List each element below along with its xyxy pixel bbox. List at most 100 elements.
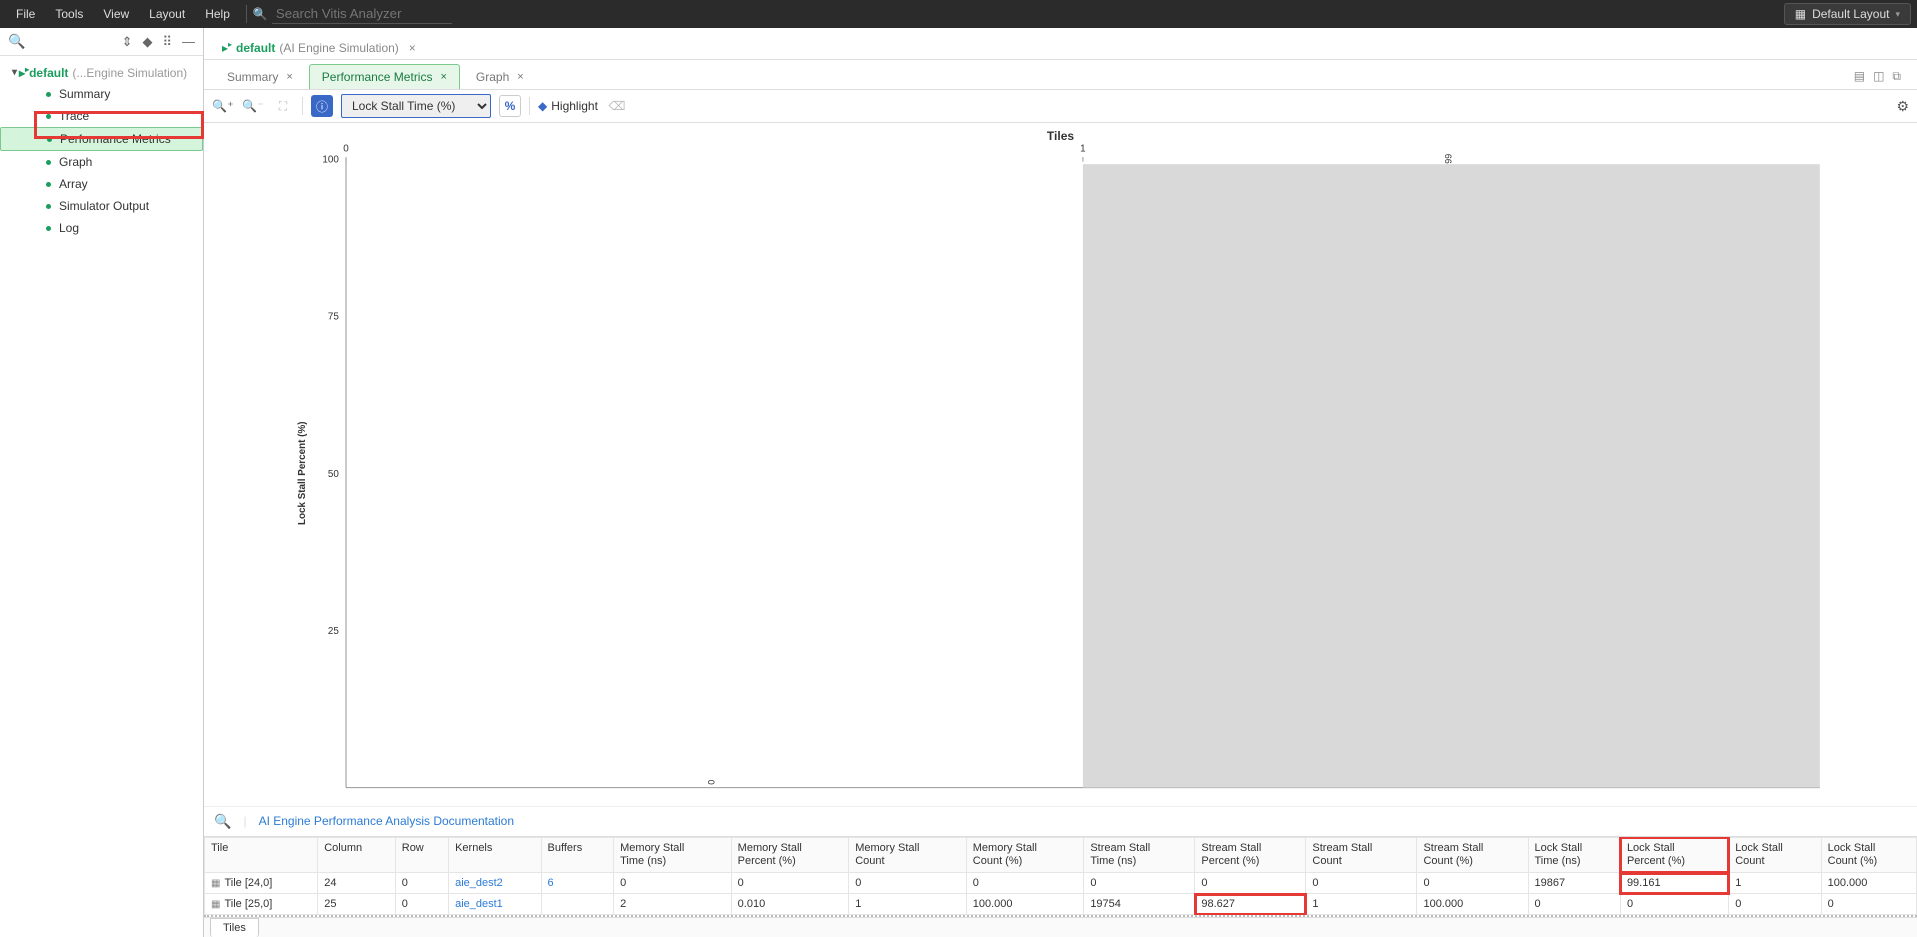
grid-icon: ▦ bbox=[211, 878, 220, 889]
th-memory-stall-time-ns-[interactable]: Memory StallTime (ns) bbox=[614, 837, 732, 872]
cell-msc: 1 bbox=[849, 894, 967, 915]
close-icon[interactable]: × bbox=[440, 71, 446, 83]
sidebar-item-label: Summary bbox=[59, 87, 110, 101]
th-stream-stall-percent-[interactable]: Stream StallPercent (%) bbox=[1195, 837, 1306, 872]
cell-ssp: 98.627 bbox=[1195, 894, 1306, 915]
menu-layout[interactable]: Layout bbox=[139, 3, 195, 25]
sidebar-item-log[interactable]: Log bbox=[0, 217, 203, 239]
global-search[interactable]: 🔍 bbox=[253, 4, 452, 24]
close-icon[interactable]: × bbox=[286, 71, 292, 83]
sidebar-item-summary[interactable]: Summary bbox=[0, 83, 203, 105]
cell-mscp: 0 bbox=[966, 873, 1084, 894]
status-dot bbox=[46, 226, 51, 231]
zoom-in-icon[interactable]: 🔍⁺ bbox=[212, 95, 234, 117]
settings-icon[interactable]: ⚙ bbox=[1896, 98, 1909, 115]
split-icon[interactable]: ◫ bbox=[1873, 69, 1884, 84]
menu-tools[interactable]: Tools bbox=[45, 3, 93, 25]
svg-text:75: 75 bbox=[328, 312, 339, 323]
bottom-tab-tiles[interactable]: Tiles bbox=[210, 918, 259, 937]
view-tabs: Summary× Performance Metrics× Graph× ▤ ◫… bbox=[204, 60, 1917, 90]
cell-kernels[interactable]: aie_dest2 bbox=[449, 873, 541, 894]
table-row[interactable]: ▦Tile [24,0]240aie_dest26000000001986799… bbox=[205, 873, 1917, 894]
cell-mst: 0 bbox=[614, 873, 732, 894]
th-stream-stall-time-ns-[interactable]: Stream StallTime (ns) bbox=[1084, 837, 1195, 872]
sidebar-item-graph[interactable]: Graph bbox=[0, 151, 203, 173]
search-input[interactable] bbox=[272, 4, 452, 24]
docs-link-row: 🔍 | AI Engine Performance Analysis Docum… bbox=[204, 806, 1917, 836]
document-tabs: ▸▸ default (AI Engine Simulation) × bbox=[204, 28, 1917, 60]
cell-tile[interactable]: ▦Tile [24,0] bbox=[205, 873, 318, 894]
th-lock-stall-time-ns-[interactable]: Lock StallTime (ns) bbox=[1528, 837, 1620, 872]
th-column[interactable]: Column bbox=[318, 837, 396, 872]
tab-summary[interactable]: Summary× bbox=[214, 64, 306, 89]
bottom-tabs: Tiles bbox=[204, 917, 1917, 937]
info-icon[interactable]: ⓘ bbox=[311, 95, 333, 117]
default-layout-button[interactable]: ▦ Default Layout ▾ bbox=[1784, 3, 1911, 25]
search-icon[interactable]: 🔍 bbox=[214, 813, 231, 830]
th-memory-stall-count-[interactable]: Memory StallCount (%) bbox=[966, 837, 1084, 872]
th-row[interactable]: Row bbox=[395, 837, 448, 872]
tab-performance-metrics[interactable]: Performance Metrics× bbox=[309, 64, 460, 89]
panel-layout-icon[interactable]: ▤ bbox=[1854, 69, 1865, 84]
chart-title: Tiles bbox=[1047, 129, 1074, 143]
tab-graph[interactable]: Graph× bbox=[463, 64, 537, 89]
sidebar-search-icon[interactable]: 🔍 bbox=[8, 33, 25, 50]
menu-file[interactable]: File bbox=[6, 3, 45, 25]
cell-row[interactable]: 0 bbox=[395, 873, 448, 894]
th-kernels[interactable]: Kernels bbox=[449, 837, 541, 872]
sidebar-item-trace[interactable]: Trace bbox=[0, 105, 203, 127]
cell-kernels[interactable]: aie_dest1 bbox=[449, 894, 541, 915]
th-tile[interactable]: Tile bbox=[205, 837, 318, 872]
cell-lsc: 1 bbox=[1729, 873, 1821, 894]
cell-lsp: 0 bbox=[1620, 894, 1728, 915]
th-lock-stall-count[interactable]: Lock StallCount bbox=[1729, 837, 1821, 872]
th-lock-stall-count-[interactable]: Lock StallCount (%) bbox=[1821, 837, 1916, 872]
cell-buffers bbox=[541, 894, 614, 915]
menu-help[interactable]: Help bbox=[195, 3, 240, 25]
th-memory-stall-percent-[interactable]: Memory StallPercent (%) bbox=[731, 837, 849, 872]
tree-run-root[interactable]: ▾ ▸▸ default (...Engine Simulation) bbox=[0, 62, 203, 83]
sidebar: 🔍 ⇕ ◆ ⠿ — ▾ ▸▸ default (...Engine Simula… bbox=[0, 28, 204, 937]
sidebar-item-array[interactable]: Array bbox=[0, 173, 203, 195]
cell-row[interactable]: 0 bbox=[395, 894, 448, 915]
th-stream-stall-count-[interactable]: Stream StallCount (%) bbox=[1417, 837, 1528, 872]
close-icon[interactable]: × bbox=[409, 41, 416, 55]
tree-icon[interactable]: ⠿ bbox=[162, 34, 172, 50]
clear-highlight-icon[interactable]: ⌫ bbox=[606, 95, 628, 117]
cell-ssc: 1 bbox=[1306, 894, 1417, 915]
sidebar-item-simulator-output[interactable]: Simulator Output bbox=[0, 195, 203, 217]
docs-link[interactable]: AI Engine Performance Analysis Documenta… bbox=[259, 814, 514, 828]
svg-text:0: 0 bbox=[343, 144, 349, 155]
sidebar-toolbar: 🔍 ⇕ ◆ ⠿ — bbox=[0, 28, 203, 56]
highlight-button[interactable]: ◆ Highlight bbox=[538, 99, 598, 113]
table-row[interactable]: ▦Tile [25,0]250aie_dest120.0101100.00019… bbox=[205, 894, 1917, 915]
doc-tab-default[interactable]: ▸▸ default (AI Engine Simulation) × bbox=[214, 36, 424, 59]
svg-text:25: 25 bbox=[328, 626, 339, 637]
close-icon[interactable]: × bbox=[517, 71, 523, 83]
sidebar-item-label: Log bbox=[59, 221, 79, 235]
cell-col[interactable]: 24 bbox=[318, 873, 396, 894]
cell-mscp: 100.000 bbox=[966, 894, 1084, 915]
highlight-icon: ◆ bbox=[538, 99, 547, 113]
collapse-expand-icon[interactable]: ⇕ bbox=[122, 34, 133, 50]
th-lock-stall-percent-[interactable]: Lock StallPercent (%) bbox=[1620, 837, 1728, 872]
th-memory-stall-count[interactable]: Memory StallCount bbox=[849, 837, 967, 872]
cell-col[interactable]: 25 bbox=[318, 894, 396, 915]
cell-tile[interactable]: ▦Tile [25,0] bbox=[205, 894, 318, 915]
svg-text:Lock Stall Percent (%): Lock Stall Percent (%) bbox=[297, 422, 308, 526]
sort-icon[interactable]: ◆ bbox=[142, 34, 152, 50]
status-dot bbox=[46, 92, 51, 97]
metrics-table: TileColumnRowKernelsBuffersMemory StallT… bbox=[204, 836, 1917, 915]
percent-toggle[interactable]: % bbox=[499, 95, 521, 117]
svg-text:1: 1 bbox=[1080, 144, 1085, 155]
menu-view[interactable]: View bbox=[93, 3, 139, 25]
th-stream-stall-count[interactable]: Stream StallCount bbox=[1306, 837, 1417, 872]
metric-select[interactable]: Lock Stall Time (%) bbox=[341, 94, 491, 118]
status-dot bbox=[46, 114, 51, 119]
minimize-icon[interactable]: — bbox=[182, 34, 195, 50]
popout-icon[interactable]: ⧉ bbox=[1892, 69, 1901, 84]
zoom-out-icon[interactable]: 🔍⁻ bbox=[242, 95, 264, 117]
sidebar-item-performance-metrics[interactable]: Performance Metrics bbox=[0, 127, 203, 151]
fit-icon[interactable]: ⛶ bbox=[272, 95, 294, 117]
th-buffers[interactable]: Buffers bbox=[541, 837, 614, 872]
